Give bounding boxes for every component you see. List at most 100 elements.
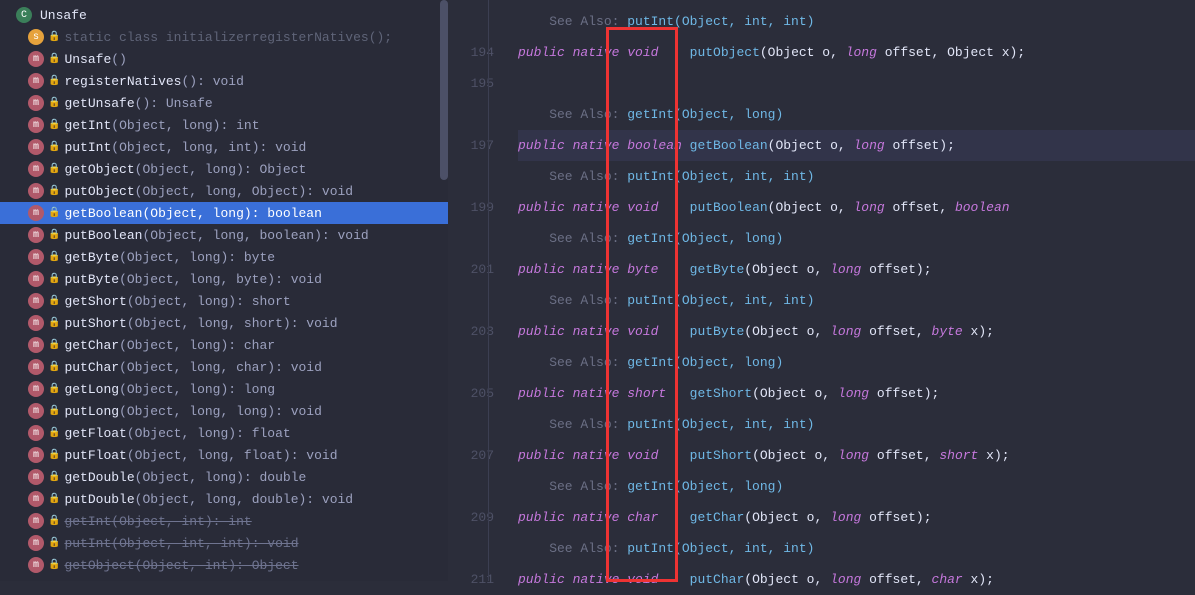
keyword-modifier: public native bbox=[518, 386, 627, 401]
item-signature: (Object, int): int bbox=[111, 514, 251, 529]
tree-item-getFloat[interactable]: m🔒getFloat(Object, long): float bbox=[0, 422, 448, 444]
tree-item-putObject[interactable]: m🔒putObject(Object, long, Object): void bbox=[0, 180, 448, 202]
keyword-type: short bbox=[939, 448, 978, 463]
see-also-link: getInt bbox=[627, 355, 674, 370]
spacer bbox=[658, 45, 689, 60]
param-text: (Object o, bbox=[760, 45, 846, 60]
item-signature: (Object, long, float): void bbox=[127, 448, 338, 463]
tree-item-getChar[interactable]: m🔒getChar(Object, long): char bbox=[0, 334, 448, 356]
tree-item-getInt[interactable]: m🔒getInt(Object, int): int bbox=[0, 510, 448, 532]
param-text: offset, bbox=[885, 200, 955, 215]
code-line[interactable]: See Also: putInt(Object, int, int) bbox=[518, 6, 1195, 37]
item-name: getInt bbox=[64, 118, 111, 133]
code-line[interactable]: public native char getChar(Object o, lon… bbox=[518, 502, 1195, 533]
tree-item-getBoolean[interactable]: m🔒getBoolean(Object, long): boolean bbox=[0, 202, 448, 224]
tree-item-putShort[interactable]: m🔒putShort(Object, long, short): void bbox=[0, 312, 448, 334]
params: (Object o, long offset); bbox=[744, 510, 931, 525]
method-icon: m bbox=[28, 161, 44, 177]
method-name: putChar bbox=[690, 572, 745, 587]
tree-item-putLong[interactable]: m🔒putLong(Object, long, long): void bbox=[0, 400, 448, 422]
code-line[interactable]: See Also: getInt(Object, long) bbox=[518, 471, 1195, 502]
item-name: getObject bbox=[64, 162, 134, 177]
line-number bbox=[448, 471, 508, 502]
fold-bar bbox=[488, 0, 489, 581]
tree-item-putBoolean[interactable]: m🔒putBoolean(Object, long, boolean): voi… bbox=[0, 224, 448, 246]
code-line[interactable]: public native void putShort(Object o, lo… bbox=[518, 440, 1195, 471]
tree-root-class[interactable]: C Unsafe bbox=[0, 4, 448, 26]
tree-item-putChar[interactable]: m🔒putChar(Object, long, char): void bbox=[0, 356, 448, 378]
tree-item-getObject[interactable]: m🔒getObject(Object, long): Object bbox=[0, 158, 448, 180]
line-number: 203 bbox=[448, 316, 508, 347]
tree-item-getByte[interactable]: m🔒getByte(Object, long): byte bbox=[0, 246, 448, 268]
code-line[interactable]: public native byte getByte(Object o, lon… bbox=[518, 254, 1195, 285]
item-signature: (Object, long): char bbox=[119, 338, 275, 353]
keyword-return-type: void bbox=[627, 448, 658, 463]
see-also-link: getInt bbox=[627, 231, 674, 246]
param-text: offset, bbox=[861, 324, 931, 339]
keyword-return-type: char bbox=[627, 510, 658, 525]
keyword-type: long bbox=[854, 200, 885, 215]
code-line[interactable]: See Also: putInt(Object, int, int) bbox=[518, 533, 1195, 564]
method-icon: m bbox=[28, 249, 44, 265]
line-number bbox=[448, 533, 508, 564]
tree-item-getUnsafe[interactable]: m🔒getUnsafe(): Unsafe bbox=[0, 92, 448, 114]
code-line[interactable]: public native void putObject(Object o, l… bbox=[518, 37, 1195, 68]
code-line[interactable]: See Also: getInt(Object, long) bbox=[518, 99, 1195, 130]
spacer bbox=[658, 262, 689, 277]
tree-item-putByte[interactable]: m🔒putByte(Object, long, byte): void bbox=[0, 268, 448, 290]
item-name: putLong bbox=[64, 404, 119, 419]
scrollbar-thumb[interactable] bbox=[440, 0, 448, 180]
tree-item-registerNatives[interactable]: m🔒registerNatives(): void bbox=[0, 70, 448, 92]
tree-item-getObject[interactable]: m🔒getObject(Object, int): Object bbox=[0, 554, 448, 576]
code-area[interactable]: See Also: putInt(Object, int, int)public… bbox=[508, 0, 1195, 581]
tree-item-putInt[interactable]: m🔒putInt(Object, long, int): void bbox=[0, 136, 448, 158]
method-icon: m bbox=[28, 381, 44, 397]
tree-item-static class initializer[interactable]: s🔒static class initializer registerNativ… bbox=[0, 26, 448, 48]
item-signature: (Object, long): double bbox=[135, 470, 307, 485]
see-also-link: putInt bbox=[627, 293, 674, 308]
code-line[interactable]: See Also: getInt(Object, long) bbox=[518, 223, 1195, 254]
keyword-modifier: public native bbox=[518, 510, 627, 525]
item-signature: (Object, long, boolean): void bbox=[142, 228, 368, 243]
keyword-modifier: public native bbox=[518, 45, 627, 60]
method-name: getShort bbox=[690, 386, 752, 401]
spacer bbox=[658, 200, 689, 215]
code-editor[interactable]: 194195197199201203205207209211 See Also:… bbox=[448, 0, 1195, 581]
see-also-label: See Also: bbox=[518, 541, 627, 556]
tree-item-putDouble[interactable]: m🔒putDouble(Object, long, double): void bbox=[0, 488, 448, 510]
code-line[interactable]: See Also: getInt(Object, long) bbox=[518, 347, 1195, 378]
tree-item-putFloat[interactable]: m🔒putFloat(Object, long, float): void bbox=[0, 444, 448, 466]
code-line[interactable]: See Also: putInt(Object, int, int) bbox=[518, 409, 1195, 440]
code-line[interactable] bbox=[518, 68, 1195, 99]
keyword-type: long bbox=[830, 262, 861, 277]
method-icon: m bbox=[28, 469, 44, 485]
see-also-label: See Also: bbox=[518, 293, 627, 308]
tree-item-getInt[interactable]: m🔒getInt(Object, long): int bbox=[0, 114, 448, 136]
param-text: offset); bbox=[861, 262, 931, 277]
see-also-args: (Object, long) bbox=[674, 231, 783, 246]
tree-item-getShort[interactable]: m🔒getShort(Object, long): short bbox=[0, 290, 448, 312]
keyword-modifier: public native bbox=[518, 324, 627, 339]
tree-item-getDouble[interactable]: m🔒getDouble(Object, long): double bbox=[0, 466, 448, 488]
tree-item-putInt[interactable]: m🔒putInt(Object, int, int): void bbox=[0, 532, 448, 554]
code-line[interactable]: public native void putBoolean(Object o, … bbox=[518, 192, 1195, 223]
tree-item-getLong[interactable]: m🔒getLong(Object, long): long bbox=[0, 378, 448, 400]
item-signature: (Object, int, int): void bbox=[111, 536, 298, 551]
params: (Object o, long offset, Object x); bbox=[760, 45, 1025, 60]
method-name: putByte bbox=[690, 324, 745, 339]
line-number bbox=[448, 347, 508, 378]
line-number: 205 bbox=[448, 378, 508, 409]
code-line[interactable]: public native boolean getBoolean(Object … bbox=[518, 130, 1195, 161]
method-icon: m bbox=[28, 447, 44, 463]
tree-item-Unsafe[interactable]: m🔒Unsafe() bbox=[0, 48, 448, 70]
structure-sidebar[interactable]: C Unsafe s🔒static class initializer regi… bbox=[0, 0, 448, 581]
code-line[interactable]: See Also: putInt(Object, int, int) bbox=[518, 161, 1195, 192]
code-line[interactable]: See Also: putInt(Object, int, int) bbox=[518, 285, 1195, 316]
lock-icon: 🔒 bbox=[48, 383, 60, 395]
code-line[interactable]: public native void putByte(Object o, lon… bbox=[518, 316, 1195, 347]
lock-icon: 🔒 bbox=[48, 97, 60, 109]
item-signature: (Object, long, char): void bbox=[119, 360, 322, 375]
lock-icon: 🔒 bbox=[48, 537, 60, 549]
code-line[interactable]: public native short getShort(Object o, l… bbox=[518, 378, 1195, 409]
code-line[interactable]: public native void putChar(Object o, lon… bbox=[518, 564, 1195, 595]
